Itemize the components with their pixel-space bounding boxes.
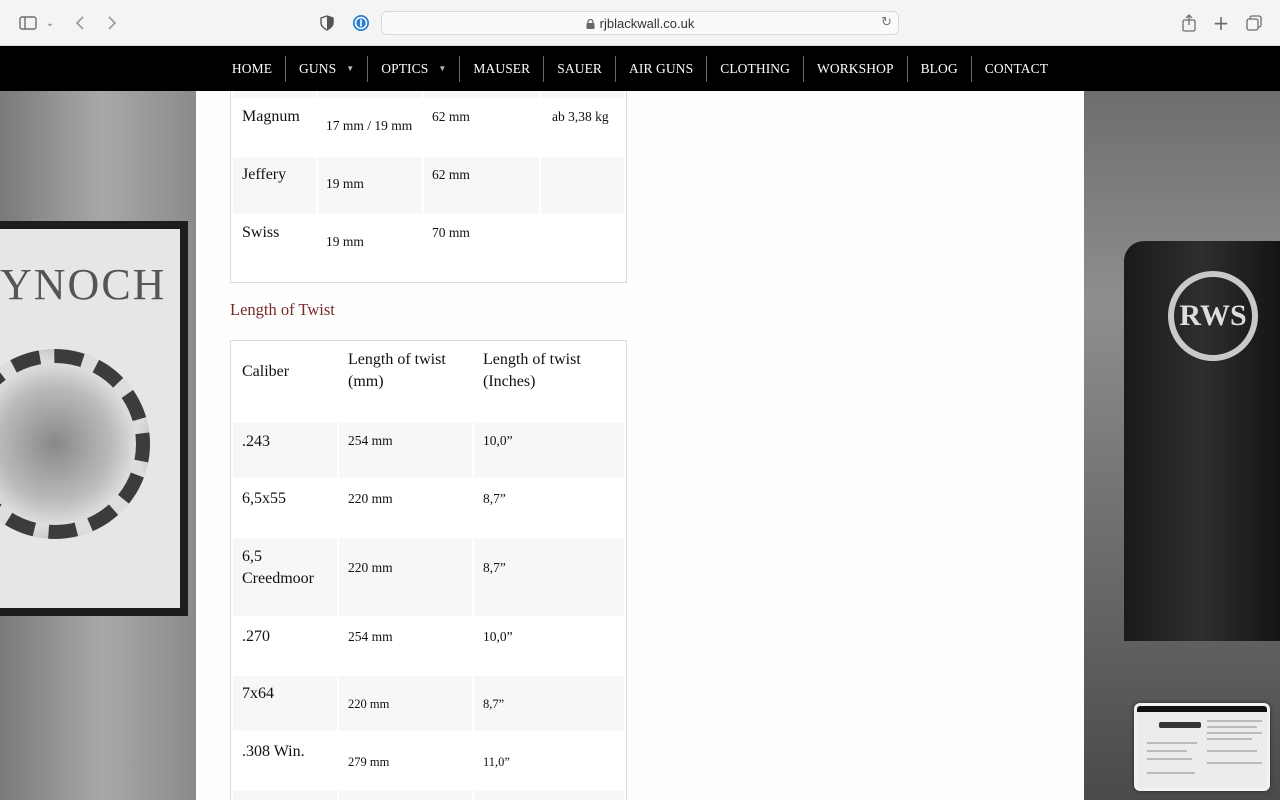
- table-row: [233, 676, 624, 731]
- table-row: [233, 423, 624, 478]
- table-cell: 279 mm: [348, 755, 390, 769]
- table-row-partial: [233, 791, 624, 800]
- table-cell: ab 3,38 kg: [552, 109, 609, 124]
- browser-toolbar: ⌄ rjblackwall.co.uk ↻ +: [0, 0, 1280, 46]
- thumbnail-nav-bar: [1137, 706, 1267, 712]
- nav-label: GUNS: [299, 60, 337, 76]
- thumbnail-gun-image: [1159, 722, 1201, 728]
- table-cell: 19 mm: [326, 234, 364, 249]
- tab-overview-icon[interactable]: [1243, 11, 1265, 35]
- table-header-inches: Length of twist (Inches): [483, 351, 581, 390]
- table-cell: 70 mm: [432, 225, 470, 240]
- table-cell: 19 mm: [326, 176, 364, 191]
- table-cell: 8,7”: [483, 491, 506, 506]
- thumbnail-text-line: [1207, 720, 1262, 722]
- nav-item-sauer[interactable]: SAUER: [543, 55, 615, 82]
- table-cell: 8,7”: [483, 560, 506, 575]
- nav-label: SAUER: [557, 60, 603, 76]
- shield-icon[interactable]: [317, 11, 337, 35]
- thumbnail-text-line: [1147, 742, 1197, 744]
- nav-item-clothing[interactable]: CLOTHING: [706, 55, 803, 82]
- page-content: Magnum 17 mm / 19 mm 62 mm ab 3,38 kg Je…: [196, 91, 1084, 800]
- poster-circle: [0, 349, 150, 539]
- caret-down-icon: ▼: [346, 64, 355, 73]
- nav-item-workshop[interactable]: WORKSHOP: [803, 55, 907, 82]
- screenshot-thumbnail[interactable]: [1134, 703, 1270, 791]
- table-header-mm: Length of twist (mm): [348, 351, 446, 390]
- poster-image: YNOCH: [0, 221, 188, 616]
- column-divider: [472, 343, 474, 800]
- nav-label: BLOG: [920, 60, 958, 76]
- main-navigation: HOME GUNS ▼ OPTICS ▼ MAUSER SAUER AIR GUNS…: [0, 46, 1280, 91]
- table-cell: 17 mm / 19 mm: [326, 118, 413, 133]
- table-cell: 10,0”: [483, 433, 513, 448]
- column-divider: [337, 343, 339, 800]
- thumbnail-text-line: [1207, 762, 1262, 764]
- twist-table: Caliber Length of twist (mm) Length of t…: [230, 340, 627, 800]
- table-cell: 8,7”: [483, 697, 505, 711]
- nav-item-guns[interactable]: GUNS ▼: [285, 55, 367, 82]
- share-icon[interactable]: [1178, 11, 1200, 35]
- caret-down-icon: ▼: [438, 64, 447, 73]
- table-cell: 220 mm: [348, 697, 390, 711]
- table-cell: 7x64: [242, 685, 274, 702]
- thumbnail-text-line: [1147, 772, 1195, 774]
- table-cell: 6,5x55: [242, 490, 286, 507]
- chevron-down-icon[interactable]: ⌄: [42, 11, 58, 35]
- thumbnail-text-line: [1207, 726, 1257, 728]
- column-divider: [539, 91, 541, 280]
- nav-label: CLOTHING: [720, 60, 791, 76]
- nav-item-home[interactable]: HOME: [219, 56, 285, 82]
- table-cell: 10,0”: [483, 629, 513, 644]
- nav-item-air-guns[interactable]: AIR GUNS: [615, 55, 706, 82]
- nav-label: HOME: [231, 60, 273, 76]
- reload-icon[interactable]: ↻: [881, 15, 892, 30]
- url-text: rjblackwall.co.uk: [599, 15, 695, 31]
- poster-text: YNOCH: [0, 260, 167, 309]
- nav-item-contact[interactable]: CONTACT: [970, 55, 1061, 82]
- column-divider: [422, 91, 424, 280]
- back-icon[interactable]: [70, 11, 90, 35]
- thumbnail-text-line: [1147, 750, 1187, 752]
- section-title-length-of-twist: Length of Twist: [230, 300, 335, 319]
- nav-label: WORKSHOP: [817, 60, 894, 76]
- new-tab-icon[interactable]: +: [1210, 11, 1232, 35]
- column-divider: [316, 91, 318, 280]
- table-cell: .308 Win.: [242, 743, 305, 760]
- table-cell: Swiss: [242, 224, 280, 241]
- address-bar[interactable]: rjblackwall.co.uk ↻: [381, 11, 899, 35]
- table-cell: 62 mm: [432, 167, 470, 182]
- nav-label: OPTICS: [381, 60, 429, 76]
- table-row-partial: [233, 91, 624, 98]
- table-cell: 6,5 Creedmoor: [242, 548, 314, 587]
- thumbnail-text-line: [1207, 750, 1257, 752]
- sidebar-toggle-icon[interactable]: [16, 11, 40, 35]
- table-header-caliber: Caliber: [242, 363, 290, 380]
- thumbnail-text-line: [1207, 732, 1262, 734]
- nav-item-mauser[interactable]: MAUSER: [459, 55, 543, 82]
- action-table: Magnum 17 mm / 19 mm 62 mm ab 3,38 kg Je…: [230, 91, 627, 283]
- table-cell: .270: [242, 628, 270, 645]
- table-cell: Magnum: [242, 108, 300, 125]
- forward-icon[interactable]: [102, 11, 122, 35]
- table-cell: .243: [242, 433, 270, 450]
- background-right: RWS: [1084, 91, 1280, 800]
- nav-item-blog[interactable]: BLOG: [906, 55, 971, 82]
- nav-label: CONTACT: [984, 60, 1049, 76]
- nav-item-optics[interactable]: OPTICS ▼: [367, 55, 459, 82]
- table-cell: 220 mm: [348, 491, 393, 506]
- table-cell: 62 mm: [432, 109, 470, 124]
- nav-label: MAUSER: [473, 60, 531, 76]
- lock-icon: [586, 19, 595, 29]
- password-manager-icon[interactable]: [350, 11, 372, 35]
- thumbnail-text-line: [1207, 738, 1252, 740]
- thumbnail-text-line: [1147, 758, 1192, 760]
- rws-logo: RWS: [1168, 271, 1258, 361]
- table-cell: 220 mm: [348, 560, 393, 575]
- table-cell: 11,0”: [483, 755, 510, 769]
- nav-label: AIR GUNS: [629, 60, 694, 76]
- table-cell: 254 mm: [348, 629, 393, 644]
- table-cell: Jeffery: [242, 166, 287, 183]
- table-cell: 254 mm: [348, 433, 393, 448]
